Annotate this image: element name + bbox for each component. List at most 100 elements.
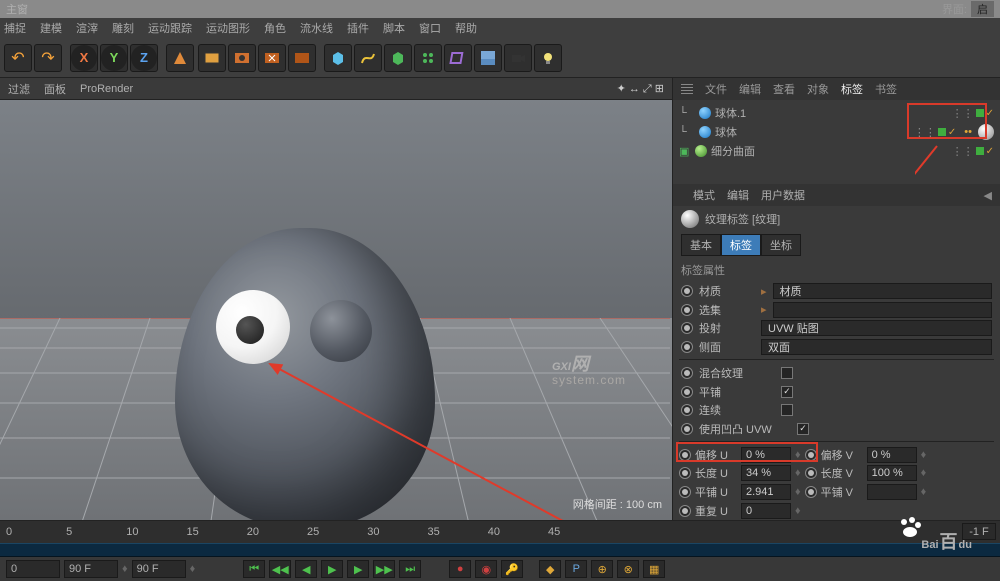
next-frame-button[interactable]: ▶ bbox=[347, 560, 369, 578]
go-end-button[interactable]: ⏭ bbox=[399, 560, 421, 578]
menu-pipeline[interactable]: 流水线 bbox=[300, 20, 333, 36]
viewport-3d[interactable]: GXI网 system.com 网格间距 : 100 cm bbox=[0, 100, 672, 520]
nav-arrow-icon[interactable]: ◀ bbox=[984, 189, 992, 202]
objtab-bookmark[interactable]: 书签 bbox=[875, 81, 897, 97]
menu-window[interactable]: 窗口 bbox=[419, 20, 441, 36]
record-button[interactable]: ● bbox=[449, 560, 471, 578]
tile-u-field[interactable]: 2.941 bbox=[741, 484, 791, 500]
material-field[interactable]: 材质 bbox=[773, 283, 992, 299]
current-frame-field[interactable]: 90 F bbox=[132, 560, 186, 578]
selection-field[interactable] bbox=[773, 302, 992, 318]
baidu-watermark: Bai百du bbox=[896, 524, 972, 554]
mix-checkbox[interactable] bbox=[781, 367, 793, 379]
cube-button[interactable] bbox=[324, 44, 352, 72]
cloner-button[interactable] bbox=[414, 44, 442, 72]
vp-tab-panel[interactable]: 面板 bbox=[44, 81, 66, 97]
objtab-file[interactable]: 文件 bbox=[705, 81, 727, 97]
object-manager-tabs: 文件 编辑 查看 对象 标签 书签 bbox=[673, 78, 1000, 100]
objtab-object[interactable]: 对象 bbox=[807, 81, 829, 97]
axis-z-button[interactable]: Z bbox=[130, 44, 158, 72]
length-v-field[interactable]: 100 % bbox=[867, 465, 917, 481]
menu-render[interactable]: 渲滓 bbox=[76, 20, 98, 36]
subtab-basic[interactable]: 基本 bbox=[681, 234, 721, 256]
objtab-edit[interactable]: 编辑 bbox=[739, 81, 761, 97]
anim-dot[interactable] bbox=[681, 285, 693, 297]
light-button[interactable] bbox=[534, 44, 562, 72]
main-toolbar: ↶ ↷ X Y Z bbox=[0, 38, 1000, 78]
deformer-button[interactable] bbox=[444, 44, 472, 72]
axis-x-button[interactable]: X bbox=[70, 44, 98, 72]
objtab-tags[interactable]: 标签 bbox=[841, 81, 863, 97]
timeline-ruler[interactable]: 0 51015202530354045 -1 F bbox=[0, 521, 1000, 543]
render-pv-button[interactable] bbox=[258, 44, 286, 72]
vp-tab-filter[interactable]: 过滤 bbox=[8, 81, 30, 97]
length-u-field[interactable]: 34 % bbox=[741, 465, 791, 481]
anim-dot[interactable] bbox=[681, 322, 693, 334]
menu-character[interactable]: 角色 bbox=[264, 20, 286, 36]
opt-2-button[interactable]: P bbox=[565, 560, 587, 578]
anim-dot[interactable] bbox=[681, 341, 693, 353]
render-view-button[interactable] bbox=[198, 44, 226, 72]
menu-model[interactable]: 建模 bbox=[40, 20, 62, 36]
anim-dot[interactable] bbox=[681, 304, 693, 316]
menu-motiontrack[interactable]: 运动跟踪 bbox=[148, 20, 192, 36]
autokey-button[interactable]: ◉ bbox=[475, 560, 497, 578]
opt-4-button[interactable]: ⊗ bbox=[617, 560, 639, 578]
spline-button[interactable] bbox=[354, 44, 382, 72]
redo-button[interactable]: ↷ bbox=[34, 44, 62, 72]
subtab-coord[interactable]: 坐标 bbox=[761, 234, 801, 256]
opt-5-button[interactable]: ▦ bbox=[643, 560, 665, 578]
menu-script[interactable]: 脚本 bbox=[383, 20, 405, 36]
menu-mograph[interactable]: 运动图形 bbox=[206, 20, 250, 36]
attrtab-mode[interactable]: 模式 bbox=[693, 187, 715, 203]
viewport-tabs: 过滤 面板 ProRender ✦ ↔ ⤢ ⊞ bbox=[0, 78, 672, 100]
env-button[interactable] bbox=[474, 44, 502, 72]
generator-button[interactable] bbox=[384, 44, 412, 72]
end-frame-field[interactable]: 90 F bbox=[64, 560, 118, 578]
attrtab-userdata[interactable]: 用户数据 bbox=[761, 187, 805, 203]
cont-checkbox[interactable] bbox=[781, 404, 793, 416]
menu-bar: 捕捉 建模 渲滓 雕刻 运动跟踪 运动图形 角色 流水线 插件 脚本 窗口 帮助 bbox=[0, 18, 1000, 38]
menu-sculpt[interactable]: 雕刻 bbox=[112, 20, 134, 36]
render-settings-button[interactable] bbox=[288, 44, 316, 72]
tile-checkbox[interactable]: ✓ bbox=[781, 386, 793, 398]
bump-checkbox[interactable]: ✓ bbox=[797, 423, 809, 435]
prev-key-button[interactable]: ◀◀ bbox=[269, 560, 291, 578]
start-frame-field[interactable]: 0 bbox=[6, 560, 60, 578]
annotation-box-2 bbox=[676, 442, 818, 462]
interface-switcher[interactable]: 界面: 启 bbox=[942, 1, 994, 17]
timeline-track[interactable] bbox=[0, 543, 1000, 557]
undo-button[interactable]: ↶ bbox=[4, 44, 32, 72]
go-start-button[interactable]: ⏮ bbox=[243, 560, 265, 578]
anim-dot[interactable] bbox=[681, 404, 693, 416]
render-region-button[interactable] bbox=[228, 44, 256, 72]
object-tree[interactable]: └ 球体.1 ⋮⋮✓ └ 球体 ⋮⋮✓ •• ▣ 细分曲面 ⋮⋮✓ bbox=[673, 100, 1000, 185]
opt-1-button[interactable]: ◆ bbox=[539, 560, 561, 578]
menu-plugins[interactable]: 插件 bbox=[347, 20, 369, 36]
menu-capture[interactable]: 捕捉 bbox=[4, 20, 26, 36]
tree-row-subdiv[interactable]: ▣ 细分曲面 ⋮⋮✓ bbox=[679, 142, 994, 161]
anim-dot[interactable] bbox=[681, 386, 693, 398]
prev-frame-button[interactable]: ◀ bbox=[295, 560, 317, 578]
repeat-u-field[interactable]: 0 bbox=[741, 503, 791, 519]
camera-button[interactable] bbox=[504, 44, 532, 72]
opt-3-button[interactable]: ⊕ bbox=[591, 560, 613, 578]
menu-help[interactable]: 帮助 bbox=[455, 20, 477, 36]
projection-field[interactable]: UVW 贴图 bbox=[761, 320, 992, 336]
next-key-button[interactable]: ▶▶ bbox=[373, 560, 395, 578]
objtab-view[interactable]: 查看 bbox=[773, 81, 795, 97]
anim-dot[interactable] bbox=[681, 423, 693, 435]
axis-y-button[interactable]: Y bbox=[100, 44, 128, 72]
attrtab-edit[interactable]: 编辑 bbox=[727, 187, 749, 203]
play-button[interactable]: ▶ bbox=[321, 560, 343, 578]
tile-v-field[interactable] bbox=[867, 484, 917, 500]
vp-tab-prorender[interactable]: ProRender bbox=[80, 83, 133, 95]
subtab-tag[interactable]: 标签 bbox=[721, 234, 761, 256]
side-field[interactable]: 双面 bbox=[761, 339, 992, 355]
keyframe-button[interactable]: 🔑 bbox=[501, 560, 523, 578]
anim-dot[interactable] bbox=[681, 367, 693, 379]
viewport-nav-icons[interactable]: ✦ ↔ ⤢ ⊞ bbox=[617, 82, 664, 96]
coord-button[interactable] bbox=[166, 44, 194, 72]
burger-icon[interactable] bbox=[681, 84, 693, 94]
offset-v-field[interactable]: 0 % bbox=[867, 447, 917, 463]
